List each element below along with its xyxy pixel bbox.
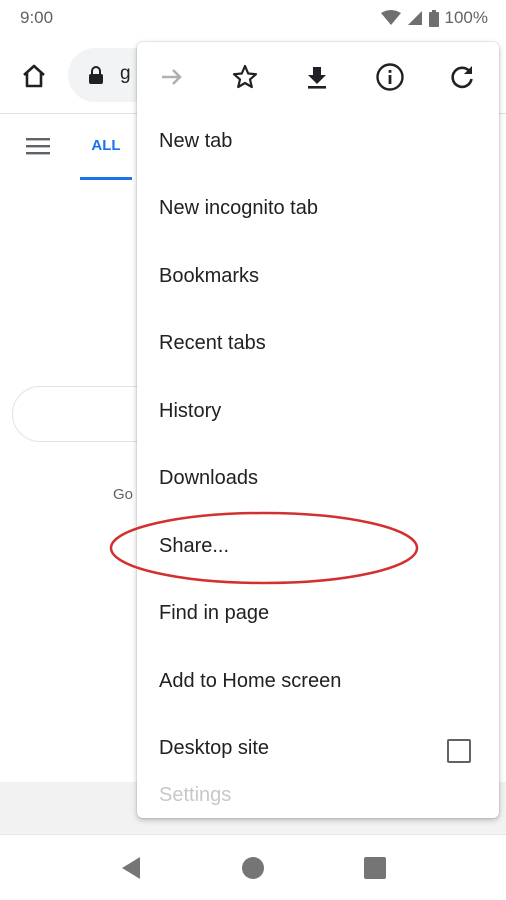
menu-item-label: Settings [159, 784, 232, 806]
forward-button[interactable] [155, 60, 189, 94]
menu-item-label: History [159, 400, 222, 422]
status-icons: 100% [380, 8, 488, 28]
battery-percent: 100% [444, 8, 488, 27]
recents-icon[interactable] [364, 857, 386, 879]
menu-item-label: Downloads [159, 467, 258, 489]
tab-all[interactable]: ALL [80, 126, 132, 180]
star-icon [232, 64, 258, 89]
status-time: 9:00 [20, 8, 54, 27]
home-icon [23, 64, 45, 88]
overflow-menu: New tab New incognito tab Bookmarks Rece… [137, 42, 499, 818]
refresh-icon [451, 66, 473, 89]
menu-item-label: Add to Home screen [159, 670, 342, 692]
menu-item-label: New tab [159, 130, 233, 152]
omnibox-url: g [120, 63, 131, 84]
battery-icon [428, 9, 439, 27]
refresh-button[interactable] [445, 60, 479, 94]
menu-item-settings[interactable]: Settings [137, 784, 499, 818]
nav-home-icon[interactable] [242, 857, 264, 879]
download-button[interactable] [300, 60, 334, 94]
hamburger-menu-icon[interactable] [24, 134, 54, 160]
menu-icon-row [137, 42, 499, 110]
menu-item-label: Desktop site [159, 737, 270, 759]
menu-item-new-incognito-tab[interactable]: New incognito tab [137, 177, 499, 244]
cell-signal-icon [407, 11, 422, 25]
tab-all-label: ALL [91, 137, 121, 154]
info-icon [376, 63, 404, 91]
menu-item-label: New incognito tab [159, 197, 318, 219]
menu-item-new-tab[interactable]: New tab [137, 110, 499, 177]
menu-item-label: Recent tabs [159, 332, 266, 354]
menu-item-find-in-page[interactable]: Find in page [137, 582, 499, 649]
wifi-icon [380, 10, 401, 25]
lock-icon [89, 66, 103, 84]
page-info-button[interactable] [373, 60, 407, 94]
system-nav-bar [0, 834, 506, 900]
menu-item-desktop-site[interactable]: Desktop site [137, 717, 499, 784]
bookmark-star-button[interactable] [228, 60, 262, 94]
status-bar: 9:00 100% [0, 0, 506, 36]
menu-item-add-to-home-screen[interactable]: Add to Home screen [137, 650, 499, 717]
menu-item-recent-tabs[interactable]: Recent tabs [137, 312, 499, 379]
menu-item-history[interactable]: History [137, 380, 499, 447]
annotation-ellipse [109, 511, 419, 585]
forward-icon [162, 69, 182, 85]
desktop-site-checkbox[interactable] [447, 739, 471, 763]
download-icon [308, 67, 326, 89]
menu-item-downloads[interactable]: Downloads [137, 447, 499, 514]
home-button[interactable] [16, 58, 52, 94]
partial-page-text: Go [113, 486, 134, 503]
back-icon[interactable] [118, 855, 144, 881]
menu-item-label: Find in page [159, 602, 270, 624]
menu-item-bookmarks[interactable]: Bookmarks [137, 245, 499, 312]
menu-item-label: Bookmarks [159, 265, 260, 287]
